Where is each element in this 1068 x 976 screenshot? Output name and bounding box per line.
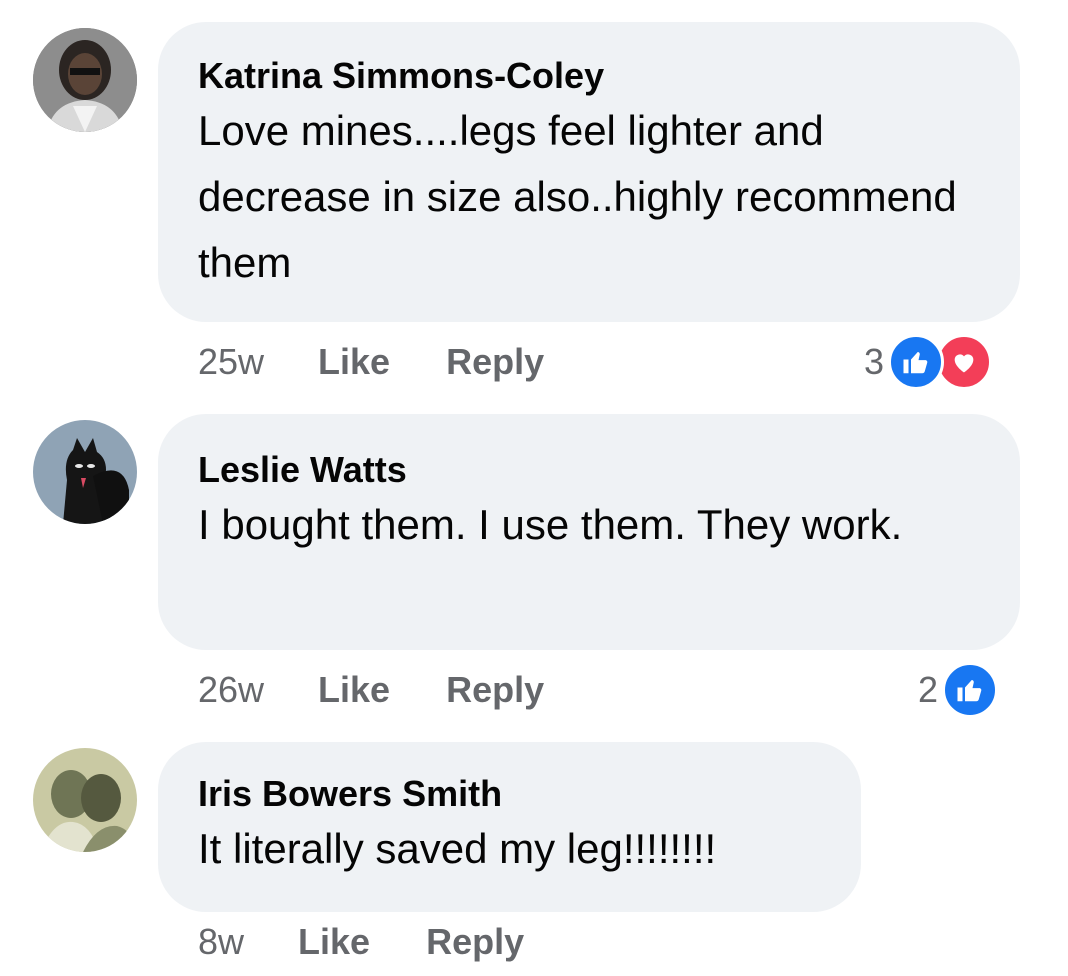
comment-1: Katrina Simmons-Coley Love mines....legs… [0,0,1068,400]
comment-actions: 25w Like Reply [198,340,544,384]
reaction-count: 3 [864,341,885,382]
love-icon [936,334,993,390]
like-button[interactable]: Like [318,669,390,711]
reply-button[interactable]: Reply [426,921,524,963]
comment-actions: 8w Like Reply [198,920,524,964]
reactions-summary[interactable]: 2 [918,660,999,720]
comment-author[interactable]: Iris Bowers Smith [198,772,821,816]
comment-bubble: Leslie Watts I bought them. I use them. … [158,414,1020,650]
comment-text: It literally saved my leg!!!!!!!! [198,825,717,872]
like-button[interactable]: Like [298,921,370,963]
comment-text: I bought them. I use them. They work. [198,501,903,548]
comment-author[interactable]: Katrina Simmons-Coley [198,54,980,98]
comment-2: Leslie Watts I bought them. I use them. … [0,400,1068,730]
avatar[interactable] [33,420,137,524]
comment-bubble: Katrina Simmons-Coley Love mines....legs… [158,22,1020,322]
like-icon [942,662,999,718]
like-icon [888,334,945,390]
reply-button[interactable]: Reply [446,669,544,711]
timestamp[interactable]: 8w [198,921,244,963]
avatar[interactable] [33,748,137,852]
reaction-count: 2 [918,669,939,710]
comment-author[interactable]: Leslie Watts [198,448,980,492]
comment-actions: 26w Like Reply [198,668,544,712]
timestamp[interactable]: 25w [198,341,264,383]
avatar[interactable] [33,28,137,132]
comment-bubble: Iris Bowers Smith It literally saved my … [158,742,861,912]
like-button[interactable]: Like [318,341,390,383]
comment-text: Love mines....legs feel lighter and decr… [198,107,957,286]
comment-3: Iris Bowers Smith It literally saved my … [0,730,1068,976]
reply-button[interactable]: Reply [446,341,544,383]
timestamp[interactable]: 26w [198,669,264,711]
reactions-summary[interactable]: 3 [864,332,993,392]
